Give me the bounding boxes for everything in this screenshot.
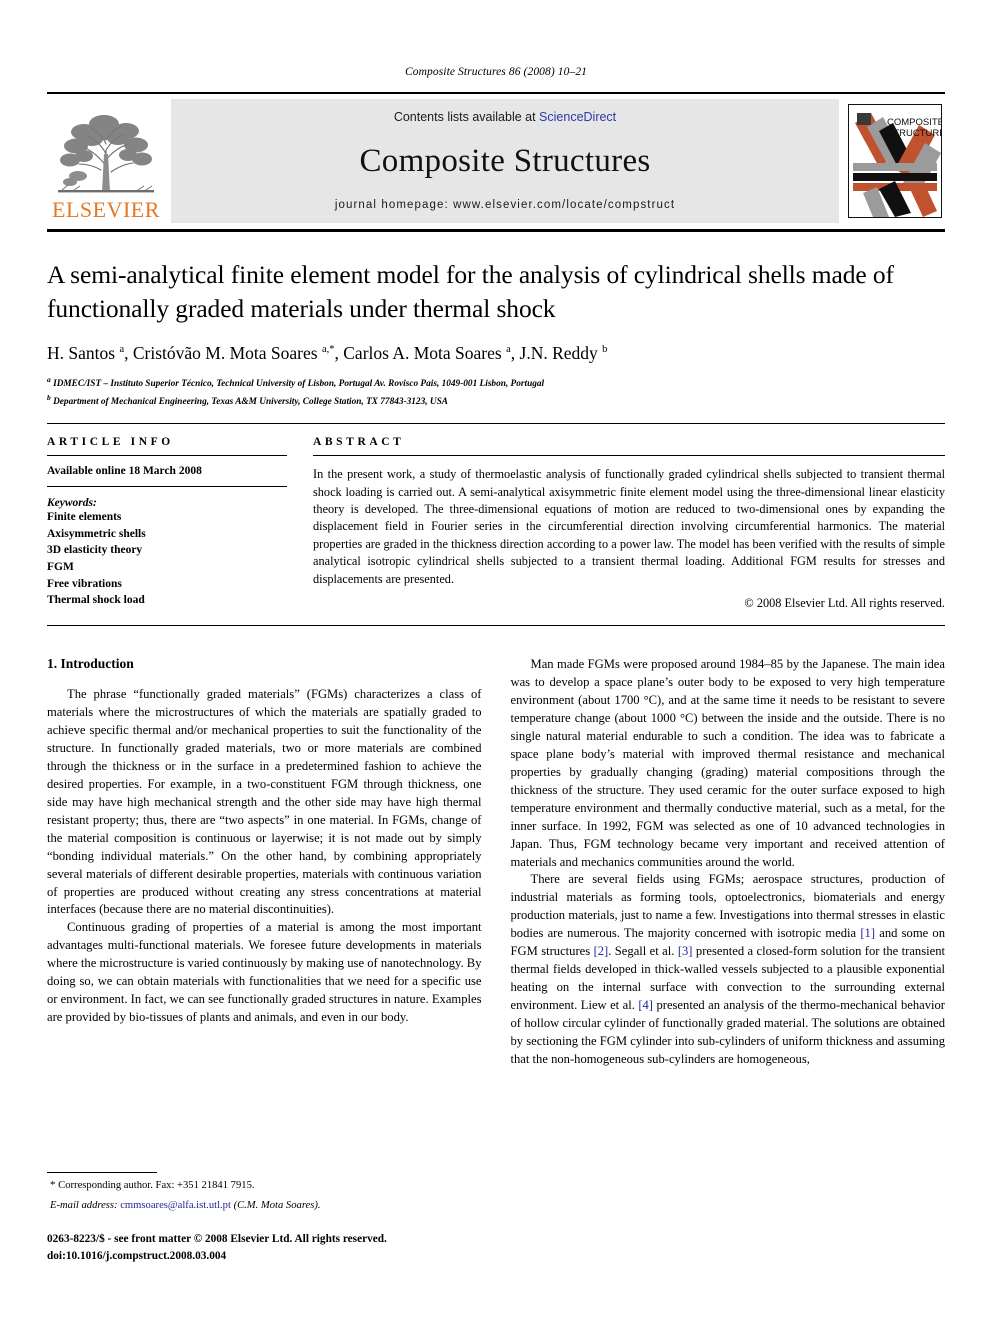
doi-line: doi:10.1016/j.compstruct.2008.03.004 xyxy=(47,1249,227,1262)
article-info-rule xyxy=(47,455,287,457)
left-column: 1. Introduction The phrase “functionally… xyxy=(47,656,482,1069)
cover-title-line2: STRUCTURES xyxy=(887,128,941,139)
paper-page: Composite Structures 86 (2008) 10–21 ELS… xyxy=(0,0,992,1323)
cover-title-line1: COMPOSITE xyxy=(887,117,941,128)
affiliation-a: IDMEC/IST – Instituto Superior Técnico, … xyxy=(53,379,545,390)
abstract-rule xyxy=(313,455,945,457)
imprint-block: 0263-8223/$ - see front matter © 2008 El… xyxy=(47,1231,487,1265)
elsevier-tree-icon xyxy=(54,106,158,198)
paragraph-with-citations: There are several fields using FGMs; aer… xyxy=(511,871,946,1068)
keyword-item: Axisymmetric shells xyxy=(47,527,146,540)
journal-homepage-link[interactable]: journal homepage: www.elsevier.com/locat… xyxy=(335,199,675,211)
email-note: E-mail address: cmmsoares@alfa.ist.utl.p… xyxy=(47,1198,481,1214)
keywords-label: Keywords: xyxy=(47,497,97,510)
corresponding-author-text: Corresponding author. Fax: +351 21841 79… xyxy=(58,1180,255,1191)
footnote-area: * Corresponding author. Fax: +351 21841 … xyxy=(47,1172,481,1214)
title-block: A semi-analytical finite element model f… xyxy=(47,258,945,409)
contents-available-line: Contents lists available at ScienceDirec… xyxy=(394,110,616,124)
masthead-bottom-rule xyxy=(47,229,945,232)
para-text: . Segall et al. xyxy=(608,944,678,959)
citation-link-4[interactable]: [4] xyxy=(638,998,653,1012)
body-columns: 1. Introduction The phrase “functionally… xyxy=(47,656,945,1069)
section-heading-introduction: 1. Introduction xyxy=(47,656,134,672)
abstract-text: In the present work, a study of thermoel… xyxy=(313,467,945,586)
sciencedirect-link[interactable]: ScienceDirect xyxy=(539,110,616,124)
citation-link-1[interactable]: [1] xyxy=(860,926,875,940)
issn-line: 0263-8223/$ - see front matter © 2008 El… xyxy=(47,1233,387,1245)
keyword-item: Finite elements xyxy=(47,511,122,524)
paragraph: The phrase “functionally graded material… xyxy=(47,687,482,917)
article-info-label: ARTICLE INFO xyxy=(47,436,174,449)
email-owner: (C.M. Mota Soares). xyxy=(233,1199,321,1211)
asterisk-icon: * xyxy=(50,1179,56,1191)
keywords-rule xyxy=(47,486,287,488)
info-abstract-row: ARTICLE INFO Available online 18 March 2… xyxy=(47,436,945,611)
journal-cover-thumbnail: COMPOSITE STRUCTURES xyxy=(845,99,945,223)
keyword-item: 3D elasticity theory xyxy=(47,544,143,557)
abstract-label: ABSTRACT xyxy=(313,436,405,449)
footnote-rule xyxy=(47,1172,157,1173)
cover-artwork: COMPOSITE STRUCTURES xyxy=(848,104,942,218)
paragraph: Man made FGMs were proposed around 1984–… xyxy=(510,657,946,869)
available-online: Available online 18 March 2008 xyxy=(47,465,202,478)
journal-masthead: ELSEVIER Contents lists available at Sci… xyxy=(47,92,945,223)
article-info-column: ARTICLE INFO Available online 18 March 2… xyxy=(47,436,287,611)
affiliations: a IDMEC/IST – Instituto Superior Técnico… xyxy=(47,375,545,407)
abstract-bottom-rule xyxy=(47,625,945,627)
journal-title: Composite Structures xyxy=(359,143,651,179)
affiliation-b: Department of Mechanical Engineering, Te… xyxy=(53,396,448,407)
citation-link-3[interactable]: [3] xyxy=(678,944,693,958)
email-link[interactable]: cmmsoares@alfa.ist.utl.pt xyxy=(120,1200,231,1211)
page-title: A semi-analytical finite element model f… xyxy=(47,260,894,323)
keyword-item: FGM xyxy=(47,561,74,574)
contents-prefix: Contents lists available at xyxy=(393,110,540,124)
running-head: Composite Structures 86 (2008) 10–21 xyxy=(404,66,588,78)
keyword-item: Thermal shock load xyxy=(47,594,145,607)
abstract-column: ABSTRACT In the present work, a study of… xyxy=(313,436,945,611)
paragraph: Continuous grading of properties of a ma… xyxy=(47,920,482,1025)
masthead-center-panel: Contents lists available at ScienceDirec… xyxy=(171,99,839,223)
right-column: Man made FGMs were proposed around 1984–… xyxy=(511,656,946,1069)
citation-link-2[interactable]: [2] xyxy=(594,944,609,958)
info-top-rule xyxy=(47,423,945,425)
elsevier-wordmark: ELSEVIER xyxy=(52,197,160,222)
email-label: E-mail address: xyxy=(50,1199,118,1211)
keyword-item: Free vibrations xyxy=(47,577,122,590)
corresponding-author-note: * Corresponding author. Fax: +351 21841 … xyxy=(47,1177,481,1194)
abstract-copyright: © 2008 Elsevier Ltd. All rights reserved… xyxy=(744,596,945,611)
author-list: H. Santos a, Cristóvão M. Mota Soares a,… xyxy=(47,343,608,364)
elsevier-logo: ELSEVIER xyxy=(47,99,165,223)
